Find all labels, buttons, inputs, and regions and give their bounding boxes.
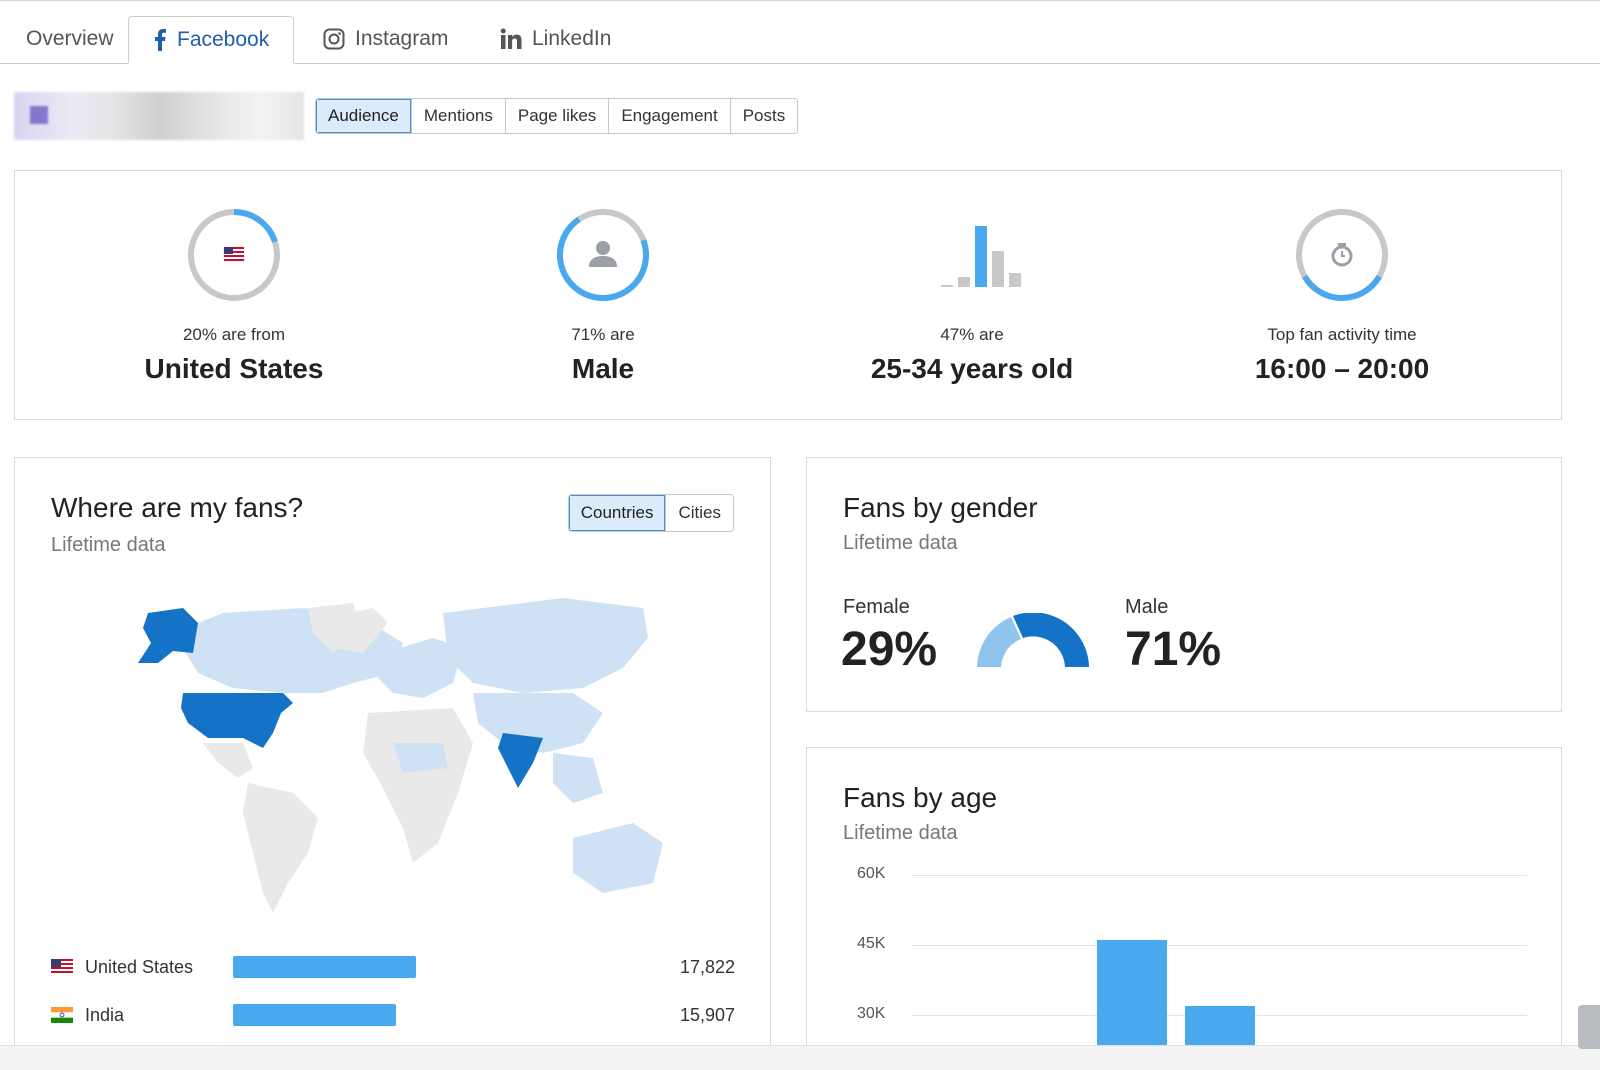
facebook-icon [153,29,167,51]
tab-linkedin-label: LinkedIn [532,27,611,51]
tab-linkedin[interactable]: LinkedIn [500,16,611,62]
toggle-cities[interactable]: Cities [666,495,733,531]
fans-map-subtitle: Lifetime data [51,534,166,557]
instagram-icon [323,28,345,50]
country-name: United States [85,957,235,978]
tab-instagram[interactable]: Instagram [323,16,448,62]
audience-summary-card: 20% are from United States 71% are Male … [14,170,1562,420]
tab-overview[interactable]: Overview [26,16,114,62]
stat-age-value: 25-34 years old [782,353,1162,385]
fans-map-title: Where are my fans? [51,492,303,524]
stat-gender-value: Male [413,353,793,385]
feedback-tab[interactable] [1578,1005,1600,1049]
gender-ring-icon [553,205,653,305]
stat-country-value: United States [44,353,424,385]
y-tick-label: 30K [857,1005,885,1023]
female-value: 29% [841,622,937,677]
subnav-page-likes[interactable]: Page likes [506,99,609,133]
y-tick-label: 60K [857,865,885,883]
stat-activity-value: 16:00 – 20:00 [1152,353,1532,385]
male-value: 71% [1125,622,1221,677]
world-map [103,593,683,928]
gender-semicircle-chart [975,613,1091,674]
fans-age-card: Fans by age Lifetime data 60K45K30K [806,747,1562,1069]
country-name: India [85,1005,235,1026]
male-label: Male [1125,596,1168,619]
tab-facebook[interactable]: Facebook [128,16,294,64]
tab-overview-label: Overview [26,27,114,51]
network-tabs: Overview Facebook Instagram LinkedIn [0,16,1600,64]
gridline [912,875,1527,876]
tab-instagram-label: Instagram [355,27,448,51]
audience-subnav: Audience Mentions Page likes Engagement … [315,98,798,134]
country-bar-track [233,1004,533,1026]
account-selector[interactable] [14,92,304,140]
country-ring-icon [184,205,284,305]
bottom-edge [0,1045,1600,1070]
gender-subtitle: Lifetime data [843,532,958,555]
country-bar [233,1004,396,1026]
age-bar-chart: 60K 45K 30K [807,748,1563,1070]
country-row: India 15,907 [51,1000,735,1030]
subnav-mentions[interactable]: Mentions [412,99,506,133]
toggle-countries[interactable]: Countries [569,495,667,531]
female-label: Female [843,596,910,619]
linkedin-icon [500,28,522,50]
subnav-posts[interactable]: Posts [731,99,798,133]
tab-facebook-label: Facebook [177,28,269,52]
fans-gender-card: Fans by gender Lifetime data Female 29% … [806,457,1562,712]
subnav-audience[interactable]: Audience [316,99,412,133]
top-border [0,0,1600,1]
country-value: 17,822 [680,957,735,978]
fans-map-card: Where are my fans? Lifetime data Countri… [14,457,771,1069]
y-tick-label: 45K [857,935,885,953]
country-value: 15,907 [680,1005,735,1026]
us-flag-icon [51,959,73,975]
country-bar-track [233,956,533,978]
gender-title: Fans by gender [843,492,1038,524]
subnav-engagement[interactable]: Engagement [609,99,730,133]
stat-age-label: 47% are [782,325,1162,345]
location-toggle: Countries Cities [568,494,734,532]
stat-activity-label: Top fan activity time [1152,325,1532,345]
clock-ring-icon [1292,205,1392,305]
country-bar [233,956,416,978]
country-row: United States 17,822 [51,952,735,982]
age-bars-icon [922,205,1022,305]
gridline [912,945,1527,946]
stat-country-label: 20% are from [44,325,424,345]
india-flag-icon [51,1007,73,1023]
stat-gender-label: 71% are [413,325,793,345]
